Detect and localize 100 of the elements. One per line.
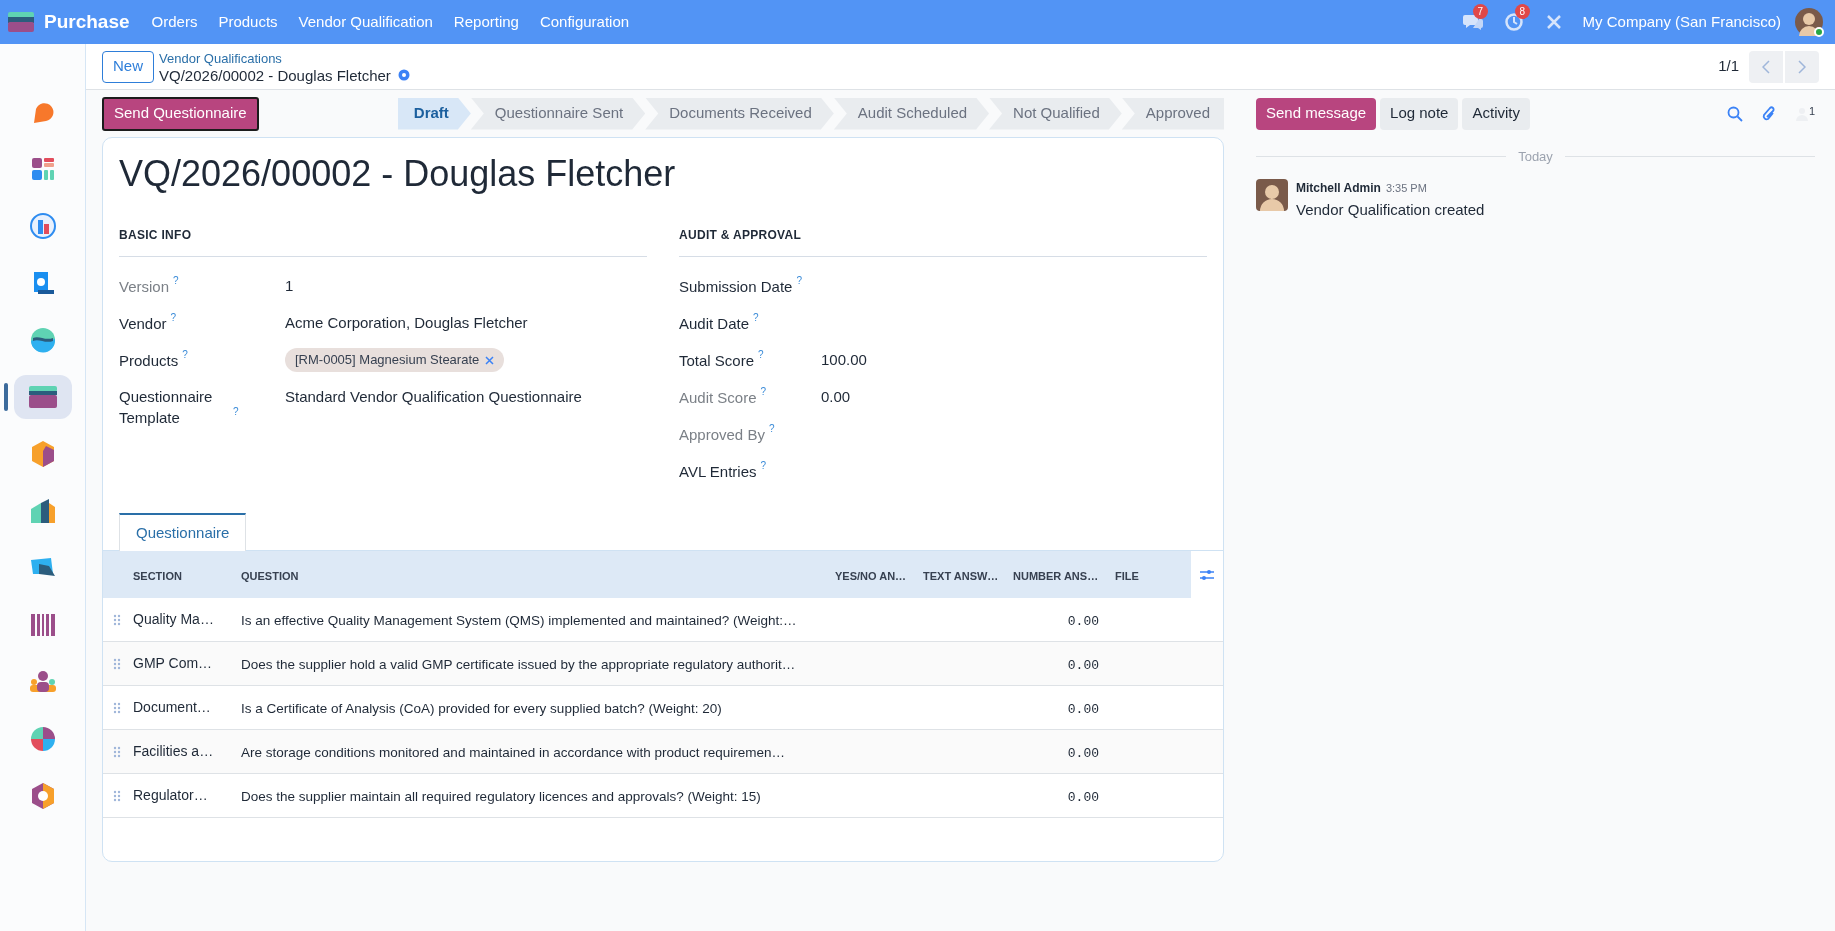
status-stage[interactable]: Questionnaire Sent bbox=[470, 97, 646, 130]
column-header[interactable]: TEXT ANSW… bbox=[923, 569, 999, 582]
followers-button[interactable]: 1 bbox=[1794, 106, 1815, 121]
help-tooltip-icon[interactable]: ? bbox=[796, 275, 802, 287]
field-label: Version bbox=[119, 277, 170, 297]
section-heading: BASIC INFO bbox=[119, 228, 192, 242]
barcode-icon bbox=[29, 613, 56, 637]
app-name[interactable]: Purchase bbox=[44, 7, 130, 37]
field-value: Standard Vendor Qualification Questionnaire bbox=[285, 387, 582, 407]
status-stage[interactable]: Audit Scheduled bbox=[833, 97, 990, 130]
chatter-button[interactable]: Log note bbox=[1380, 97, 1459, 130]
drag-handle-icon[interactable] bbox=[113, 701, 121, 714]
new-button[interactable]: New bbox=[102, 50, 154, 83]
table-cell-text: Quality Ma… bbox=[133, 610, 214, 629]
field-label: Approved By bbox=[679, 425, 765, 445]
notification-badge: 7 bbox=[1472, 4, 1489, 19]
help-tooltip-icon[interactable]: ? bbox=[758, 349, 764, 361]
status-stage[interactable]: Approved bbox=[1121, 97, 1224, 130]
message-body: Vendor Qualification created bbox=[1296, 199, 1485, 220]
table-cell: Are storage conditions monitored and maintained in accordance with product requiremen… bbox=[241, 744, 786, 760]
menu-item[interactable]: Reporting bbox=[453, 10, 519, 34]
pie-icon bbox=[28, 725, 57, 753]
card-icon bbox=[28, 386, 57, 408]
drag-handle-icon[interactable] bbox=[113, 613, 121, 626]
clock-icon[interactable] bbox=[1504, 13, 1523, 31]
send-questionnaire-button[interactable]: Send Questionnaire bbox=[102, 96, 259, 131]
table-cell: 0.00 bbox=[1067, 657, 1099, 673]
hexagon-icon bbox=[29, 782, 56, 810]
pager-value: 1/1 bbox=[1718, 56, 1739, 77]
drag-handle-icon[interactable] bbox=[113, 789, 121, 802]
help-tooltip-icon[interactable]: ? bbox=[768, 423, 775, 435]
menu-item[interactable]: Vendor Qualification bbox=[298, 10, 433, 34]
field-value: Acme Corporation, Douglas Fletcher bbox=[285, 313, 528, 333]
app-button[interactable] bbox=[13, 375, 72, 419]
people-icon bbox=[28, 670, 57, 694]
help-tooltip-icon[interactable]: ? bbox=[173, 275, 179, 287]
status-stage[interactable]: Draft bbox=[397, 97, 471, 130]
help-tooltip-icon[interactable]: ? bbox=[170, 312, 177, 324]
field-label: Submission Date bbox=[679, 277, 793, 297]
notification-badge: 8 bbox=[1514, 4, 1531, 19]
cube-icon bbox=[29, 440, 56, 468]
table-cell: Does the supplier maintain all required regulatory licences and approvals? (Weight: 15) bbox=[241, 788, 761, 804]
status-stage[interactable]: Not Qualified bbox=[989, 97, 1122, 130]
menu-item[interactable]: Orders bbox=[151, 10, 198, 34]
status-stage[interactable]: Documents Received bbox=[645, 97, 834, 130]
column-header[interactable]: SECTION bbox=[133, 569, 182, 582]
user-avatar[interactable] bbox=[1795, 8, 1823, 36]
tab[interactable]: Questionnaire bbox=[119, 513, 247, 551]
settings-icon[interactable] bbox=[396, 68, 411, 82]
field-label: Audit Date bbox=[679, 314, 750, 334]
column-header[interactable]: YES/NO AN… bbox=[835, 569, 907, 582]
field-value: 0.00 bbox=[821, 387, 851, 407]
field-label: Questionnaire Template bbox=[119, 387, 214, 428]
paperclip-icon[interactable] bbox=[1760, 104, 1777, 123]
company-switcher[interactable]: My Company (San Francisco) bbox=[1582, 10, 1781, 34]
menu-item[interactable]: Configuration bbox=[539, 10, 630, 34]
help-tooltip-icon[interactable]: ? bbox=[760, 386, 767, 398]
search-icon[interactable] bbox=[1726, 105, 1743, 122]
menu-item[interactable]: Products bbox=[218, 10, 278, 34]
chevron-left-icon bbox=[1762, 59, 1770, 74]
section-heading: AUDIT & APPROVAL bbox=[679, 228, 802, 242]
app-logo-icon[interactable] bbox=[8, 12, 34, 32]
help-tooltip-icon[interactable]: ? bbox=[760, 460, 767, 472]
column-options-button[interactable] bbox=[1191, 551, 1223, 598]
close-icon[interactable] bbox=[485, 355, 495, 365]
drag-handle-icon[interactable] bbox=[113, 745, 121, 758]
column-header[interactable]: FILE bbox=[1115, 569, 1139, 582]
author-avatar bbox=[1256, 178, 1288, 211]
table-cell-text: Document… bbox=[133, 698, 211, 717]
breadcrumb-link[interactable]: Vendor Qualifications bbox=[159, 49, 411, 67]
chatter-button[interactable]: Send message bbox=[1256, 97, 1377, 130]
column-header[interactable]: NUMBER ANS… bbox=[1013, 569, 1099, 582]
help-tooltip-icon[interactable]: ? bbox=[753, 312, 759, 324]
tag-label: [RM-0005] Magnesium Stearate bbox=[295, 351, 480, 370]
field-label: Audit Score bbox=[679, 388, 757, 408]
table-cell: 0.00 bbox=[1067, 745, 1099, 761]
tools-icon[interactable] bbox=[1544, 13, 1563, 31]
message-author: Mitchell Admin bbox=[1296, 179, 1381, 197]
help-tooltip-icon[interactable]: ? bbox=[182, 349, 188, 361]
chat-icon[interactable] bbox=[1462, 13, 1483, 31]
field-value: 100.00 bbox=[821, 350, 867, 370]
table-cell: Does the supplier hold a valid GMP certificate issued by the appropriate regulatory authorit… bbox=[241, 656, 796, 672]
table-cell-text: Facilities a… bbox=[133, 742, 214, 761]
column-header[interactable]: QUESTION bbox=[241, 569, 299, 582]
help-tooltip-icon[interactable]: ? bbox=[233, 406, 239, 418]
table-cell: 0.00 bbox=[1067, 701, 1099, 717]
active-indicator bbox=[3, 383, 8, 411]
table-cell: Is a Certificate of Analysis (CoA) provided for every supplied batch? (Weight: 20) bbox=[241, 700, 722, 716]
field-label: Products bbox=[119, 351, 179, 371]
table-cell-text: Regulator… bbox=[133, 786, 208, 805]
message-time: 3:35 PM bbox=[1385, 180, 1427, 196]
table-cell: 0.00 bbox=[1067, 789, 1099, 805]
chatter-button[interactable]: Activity bbox=[1462, 97, 1530, 130]
drag-handle-icon[interactable] bbox=[113, 657, 121, 670]
tiles-icon bbox=[29, 156, 56, 182]
table-cell: Is an effective Quality Management System (QMS) implemented and maintained? (Weight:… bbox=[241, 612, 797, 628]
wave-icon bbox=[28, 326, 57, 354]
sliders-icon bbox=[1199, 567, 1215, 582]
field-label: Vendor bbox=[119, 314, 167, 334]
field-value: 1 bbox=[285, 276, 294, 296]
